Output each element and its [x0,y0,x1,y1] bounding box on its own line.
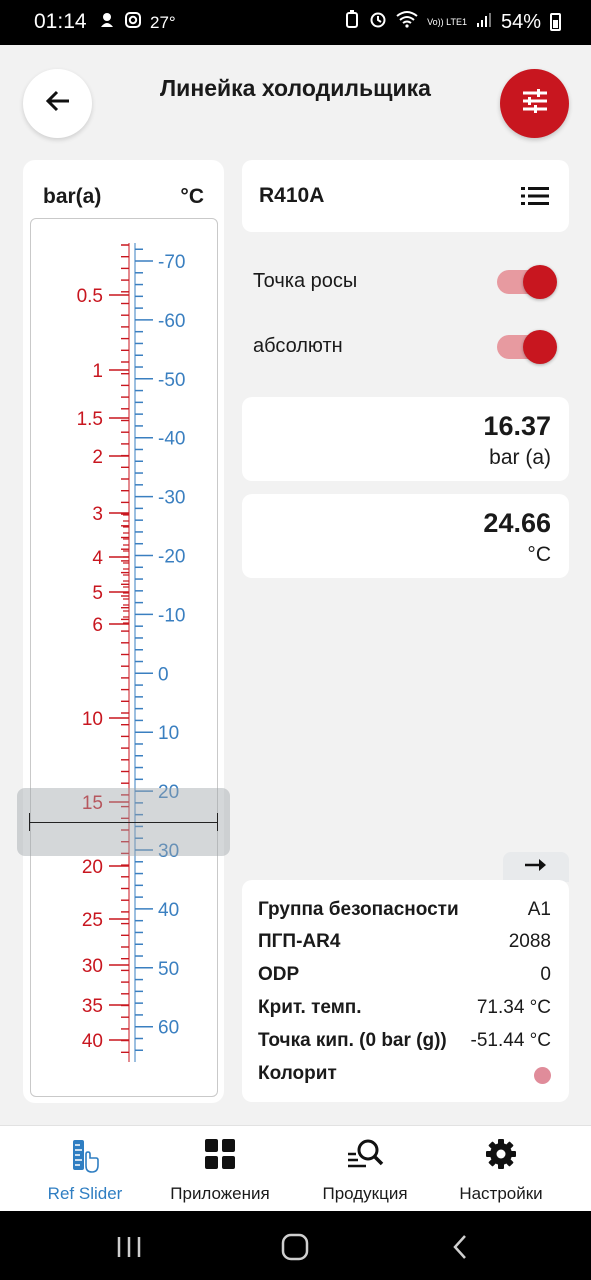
pressure-tick-label: 5 [92,583,103,604]
absolute-toggle[interactable] [497,330,557,364]
pressure-unit-label: bar(a) [43,185,102,208]
pressure-tick-label: 1.5 [77,409,103,430]
absolute-toggle-row: абсолютн [253,327,558,367]
pressure-tick-label: 6 [92,615,103,636]
ruler-svg: -70 -60 -50 -40 -30 -20 -10 0 10 20 30 40 50 60 0.5 1 1.… [77,243,185,1062]
recent-apps-icon[interactable] [116,1235,142,1264]
expand-info-button[interactable] [503,852,569,882]
pressure-value-card[interactable]: 16.37 bar (a) [242,397,569,481]
battery-percent: 54% [500,10,541,33]
nav-label: Приложения [170,1184,270,1203]
temperature-tick-label: -40 [158,429,185,450]
nav-settings[interactable]: Настройки [445,1126,557,1212]
temperature-tick-label: 50 [158,959,179,980]
nav-products[interactable]: Продукция [310,1126,420,1212]
product-search-icon [346,1138,384,1175]
page-title: Линейка холодильщика [160,75,431,101]
pressure-tick-label: 3 [92,504,103,525]
temperature-tick-label: -60 [158,311,185,332]
clock: 01:14 [34,10,87,33]
temperature-tick-label: 60 [158,1018,179,1039]
pressure-tick-label: 30 [82,956,103,977]
refrigerant-selector[interactable]: R410A [242,160,569,232]
weather-temp: 27° [150,12,176,32]
grid-icon [204,1138,236,1175]
status-bar: 01:14 27° Vo)) LTE1 54% [0,0,591,45]
bottom-navigation: Ref Slider Приложения Продукция Настройк… [0,1125,591,1211]
pressure-tick-label: 35 [82,996,103,1017]
slider-indicator-line [29,822,218,823]
app-header: Линейка холодильщика [0,45,591,160]
back-nav-icon[interactable] [451,1233,469,1266]
temperature-tick-label: -70 [158,252,185,273]
pressure-tick-label: 0.5 [77,286,103,307]
pressure-tick-label: 20 [82,857,103,878]
filter-settings-button[interactable] [500,69,569,138]
battery-icon [550,13,561,31]
ruler-hand-icon [70,1138,100,1179]
info-row: Колорит [258,1063,551,1091]
temperature-tick-label: 0 [158,664,169,685]
refrigerant-info-card: Группа безопасности A1 ПГП-AR4 2088 ODP … [242,880,569,1102]
temperature-tick-label: -20 [158,547,185,568]
nav-label: Ref Slider [47,1184,123,1203]
arrow-right-icon [524,858,548,877]
temperature-tick-label: 10 [158,723,179,744]
temperature-tick-label: -30 [158,488,185,509]
info-row: Крит. темп. 71.34 °C [258,997,551,1018]
temperature-value: 24.66 [483,508,551,538]
gear-icon [485,1138,517,1175]
ruler-slider-handle[interactable] [17,788,230,856]
list-icon[interactable] [521,186,549,211]
signal-icon [476,11,492,34]
nav-label: Настройки [459,1184,543,1203]
pressure-tick-label: 1 [92,361,103,382]
wifi-icon [396,10,418,34]
instagram-icon [124,11,142,34]
system-navigation-bar [0,1211,591,1280]
absolute-label: абсолютн [253,335,343,357]
temperature-unit-label: °C [180,185,204,208]
notification-icon [98,11,116,34]
ruler-panel: bar(a) °C -70 -60 -50 -40 -30 -20 -10 0 10 20 30 40… [23,160,224,1103]
pressure-tick-label: 25 [82,910,103,931]
info-row: Группа безопасности A1 [258,899,551,920]
temperature-tick-label: -50 [158,370,185,391]
info-row: ODP 0 [258,964,551,985]
battery-saver-icon [344,10,360,34]
pressure-tick-label: 10 [82,709,103,730]
dew-point-toggle-row: Точка росы [253,262,558,302]
pressure-tick-label: 40 [82,1031,103,1052]
temperature-value-card[interactable]: 24.66 °C [242,494,569,578]
dew-point-label: Точка росы [253,270,358,292]
nav-applications[interactable]: Приложения [160,1126,280,1212]
temperature-unit: °C [527,543,551,566]
temperature-tick-label: -10 [158,605,185,626]
alarm-icon [369,10,387,34]
ruler-scale[interactable]: -70 -60 -50 -40 -30 -20 -10 0 10 20 30 40 50 60 0.5 1 1.… [30,218,218,1097]
dew-point-toggle[interactable] [497,265,557,299]
network-label: Vo)) LTE1 [427,16,467,27]
pressure-value: 16.37 [483,411,551,441]
pressure-tick-label: 2 [92,447,103,468]
refrigerant-name: R410A [259,184,325,207]
pressure-unit: bar (a) [489,446,551,469]
sliders-icon [521,88,549,119]
home-icon[interactable] [281,1233,309,1266]
info-row: Точка кип. (0 bar (g)) -51.44 °C [258,1030,551,1051]
nav-ref-slider[interactable]: Ref Slider [30,1126,140,1212]
temperature-tick-label: 40 [158,900,179,921]
back-button[interactable] [23,69,92,138]
info-row: ПГП-AR4 2088 [258,931,551,952]
refrigerant-color-dot [534,1067,551,1084]
arrow-left-icon [45,89,71,118]
pressure-tick-label: 4 [92,548,103,569]
nav-label: Продукция [322,1184,408,1203]
